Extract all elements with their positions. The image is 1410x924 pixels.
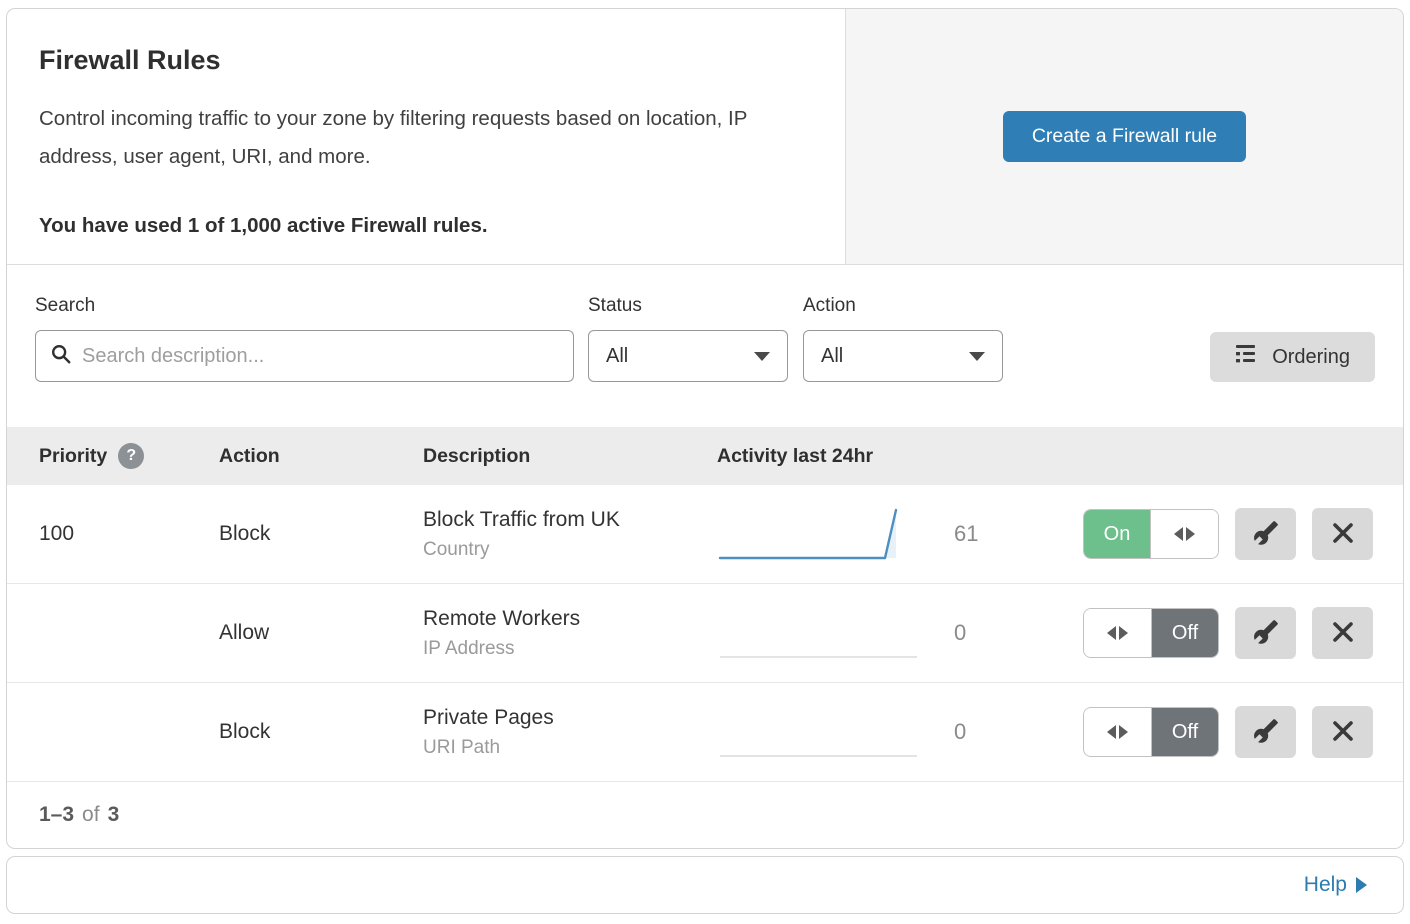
wrench-icon (1253, 520, 1279, 549)
left-right-arrows-icon (1084, 708, 1151, 756)
activity-count: 0 (922, 719, 1017, 745)
table-row: 100 Block Block Traffic from UK Country … (7, 485, 1403, 584)
search-filter: Search (35, 295, 574, 382)
rule-priority: 100 (39, 522, 219, 546)
header-section: Firewall Rules Control incoming traffic … (7, 9, 1403, 265)
row-controls: On (1083, 508, 1373, 560)
status-label: Status (588, 295, 788, 317)
footer-bar: Help (6, 856, 1404, 914)
rule-action: Block (219, 720, 423, 744)
firewall-rules-page: Firewall Rules Control incoming traffic … (0, 0, 1410, 922)
down-triangle-icon (969, 352, 985, 361)
column-activity: Activity last 24hr (717, 445, 1017, 468)
delete-rule-button[interactable] (1312, 706, 1373, 758)
column-action: Action (219, 445, 423, 468)
rule-description: Private Pages URI Path (423, 706, 717, 759)
action-selected-value: All (821, 345, 843, 368)
rule-action: Allow (219, 621, 423, 645)
help-link-label: Help (1304, 873, 1347, 897)
status-select[interactable]: All (588, 330, 788, 382)
status-selected-value: All (606, 345, 628, 368)
edit-rule-button[interactable] (1235, 607, 1296, 659)
edit-rule-button[interactable] (1235, 706, 1296, 758)
activity-sparkline (717, 702, 922, 762)
rule-description-title: Private Pages (423, 706, 717, 730)
pagination-range: 1–3 (39, 803, 74, 827)
bulleted-list-icon (1235, 343, 1259, 371)
activity-sparkline (717, 603, 922, 663)
page-description: Control incoming traffic to your zone by… (39, 100, 813, 176)
column-description: Description (423, 445, 717, 468)
rule-type: IP Address (423, 638, 717, 660)
rule-enabled-toggle[interactable]: On (1083, 509, 1219, 559)
search-icon (50, 343, 72, 370)
delete-rule-button[interactable] (1312, 607, 1373, 659)
rule-description: Remote Workers IP Address (423, 607, 717, 660)
activity-count: 61 (922, 521, 1017, 547)
x-icon (1331, 521, 1355, 548)
ordering-button-label: Ordering (1272, 346, 1350, 369)
rule-description: Block Traffic from UK Country (423, 508, 717, 561)
status-filter: Status All (588, 295, 788, 382)
x-icon (1331, 620, 1355, 647)
wrench-icon (1253, 718, 1279, 747)
row-controls: Off (1083, 706, 1373, 758)
edit-rule-button[interactable] (1235, 508, 1296, 560)
create-firewall-rule-button[interactable]: Create a Firewall rule (1003, 111, 1246, 162)
firewall-rules-card: Firewall Rules Control incoming traffic … (6, 8, 1404, 849)
right-triangle-icon (1356, 877, 1367, 893)
rule-action: Block (219, 522, 423, 546)
toggle-state-label: Off (1151, 708, 1218, 756)
delete-rule-button[interactable] (1312, 508, 1373, 560)
pagination-of: of (82, 803, 100, 827)
table-row: Block Private Pages URI Path 0 Off (7, 683, 1403, 782)
action-select[interactable]: All (803, 330, 1003, 382)
activity-count: 0 (922, 620, 1017, 646)
rule-description-title: Remote Workers (423, 607, 717, 631)
left-right-arrows-icon (1151, 510, 1218, 558)
rule-enabled-toggle[interactable]: Off (1083, 707, 1219, 757)
action-label: Action (803, 295, 1003, 317)
rule-type: URI Path (423, 737, 717, 759)
header-action-panel: Create a Firewall rule (845, 9, 1403, 264)
rule-type: Country (423, 539, 717, 561)
search-input[interactable] (82, 345, 559, 368)
toggle-state-label: On (1084, 510, 1151, 558)
down-triangle-icon (754, 352, 770, 361)
filters-bar: Search Status All (7, 265, 1403, 427)
table-row: Allow Remote Workers IP Address 0 Off (7, 584, 1403, 683)
column-priority: Priority ? (39, 443, 219, 469)
header-text-block: Firewall Rules Control incoming traffic … (7, 9, 845, 264)
search-label: Search (35, 295, 574, 317)
pagination-bar: 1–3 of 3 (7, 782, 1403, 848)
toggle-state-label: Off (1151, 609, 1218, 657)
wrench-icon (1253, 619, 1279, 648)
usage-note: You have used 1 of 1,000 active Firewall… (39, 214, 813, 238)
activity-sparkline (717, 504, 922, 564)
pagination-total: 3 (108, 803, 120, 827)
x-icon (1331, 719, 1355, 746)
ordering-button[interactable]: Ordering (1210, 332, 1375, 382)
page-title: Firewall Rules (39, 45, 813, 76)
action-filter: Action All (803, 295, 1003, 382)
row-controls: Off (1083, 607, 1373, 659)
table-header: Priority ? Action Description Activity l… (7, 427, 1403, 485)
left-right-arrows-icon (1084, 609, 1151, 657)
priority-header-label: Priority (39, 445, 107, 468)
search-box (35, 330, 574, 382)
rule-description-title: Block Traffic from UK (423, 508, 717, 532)
help-link[interactable]: Help (1304, 873, 1367, 897)
question-mark-circle-icon[interactable]: ? (118, 443, 144, 469)
rule-enabled-toggle[interactable]: Off (1083, 608, 1219, 658)
